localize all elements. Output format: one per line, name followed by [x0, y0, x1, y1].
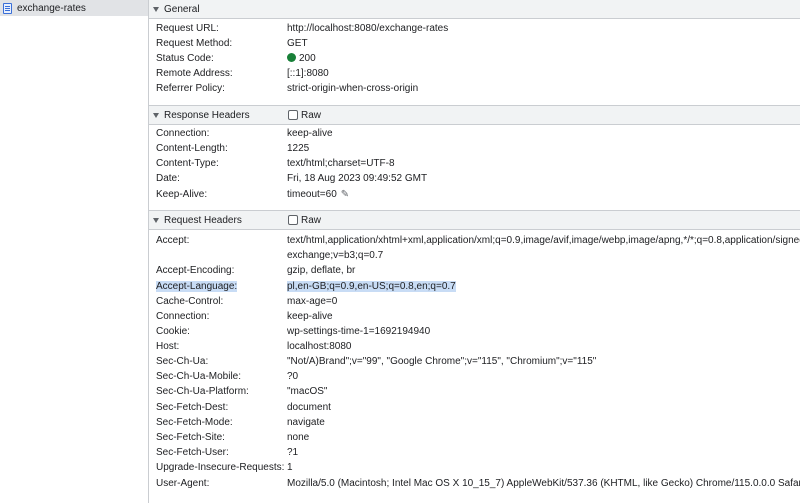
- general-section-title: General: [164, 3, 200, 15]
- general-section-header[interactable]: General: [149, 0, 800, 19]
- header-key: Request Method:: [156, 38, 233, 49]
- header-value: wp-settings-time-1=1692194940: [287, 326, 431, 337]
- header-key: Sec-Fetch-User:: [156, 447, 229, 458]
- header-key: Content-Length:: [156, 143, 228, 154]
- selected-text: pl,en-GB;q=0.9,en-US;q=0.8,en;q=0.7: [287, 281, 456, 292]
- request-headers-title: Request Headers: [164, 214, 242, 226]
- response-raw-toggle[interactable]: Raw: [288, 110, 321, 121]
- header-value: ?1: [287, 447, 299, 458]
- request-raw-toggle[interactable]: Raw: [288, 215, 321, 226]
- header-value: GET: [287, 38, 308, 49]
- header-value: Mozilla/5.0 (Macintosh; Intel Mac OS X 1…: [287, 478, 800, 489]
- triangle-down-icon[interactable]: [153, 217, 159, 223]
- response-headers-title: Response Headers: [164, 109, 250, 121]
- header-key: Sec-Ch-Ua:: [156, 356, 209, 367]
- raw-checkbox[interactable]: [288, 215, 298, 225]
- header-value: "macOS": [287, 386, 328, 397]
- header-key: Sec-Fetch-Mode:: [156, 417, 233, 428]
- header-value: text/html;charset=UTF-8: [287, 158, 395, 169]
- header-value: text/html,application/xhtml+xml,applicat…: [287, 235, 800, 261]
- header-key: Cookie:: [156, 326, 190, 337]
- triangle-down-icon[interactable]: [153, 112, 159, 118]
- response-headers-section-header[interactable]: Response Headers Raw: [149, 105, 800, 125]
- request-item-exchange-rates[interactable]: exchange-rates: [0, 0, 148, 16]
- header-value: Fri, 18 Aug 2023 09:49:52 GMT: [287, 173, 428, 184]
- header-key: Accept-Encoding:: [156, 265, 235, 276]
- headers-panel: General Request URL: http://localhost:80…: [149, 0, 800, 503]
- header-value: gzip, deflate, br: [287, 265, 356, 276]
- header-value: none: [287, 432, 310, 443]
- header-key: Remote Address:: [156, 68, 233, 79]
- raw-label: Raw: [301, 109, 322, 121]
- header-key: Status Code:: [156, 53, 214, 64]
- header-value: timeout=60 ✎: [287, 187, 796, 202]
- document-icon: [3, 2, 12, 14]
- header-key: Keep-Alive:: [156, 189, 208, 200]
- header-value: keep-alive: [287, 128, 333, 139]
- header-key: Content-Type:: [156, 158, 219, 169]
- header-key: Sec-Fetch-Site:: [156, 432, 225, 443]
- header-key: Sec-Fetch-Dest:: [156, 402, 229, 413]
- header-value: pl,en-GB;q=0.9,en-US;q=0.8,en;q=0.7: [287, 279, 796, 294]
- header-value: navigate: [287, 417, 325, 428]
- header-key: Referrer Policy:: [156, 83, 225, 94]
- request-list: exchange-rates: [0, 0, 149, 503]
- header-key: Accept-Language:: [156, 279, 238, 294]
- header-key: Accept:: [156, 235, 190, 246]
- header-value: document: [287, 402, 331, 413]
- header-key: Upgrade-Insecure-Requests:: [156, 462, 285, 473]
- pencil-icon[interactable]: ✎: [341, 187, 349, 202]
- header-value: strict-origin-when-cross-origin: [287, 83, 419, 94]
- header-key: Cache-Control:: [156, 296, 224, 307]
- header-value: http://localhost:8080/exchange-rates: [287, 23, 449, 34]
- header-value: localhost:8080: [287, 341, 352, 352]
- status-code-text: 200: [299, 53, 316, 64]
- request-item-label: exchange-rates: [17, 2, 86, 14]
- header-key: Host:: [156, 341, 180, 352]
- header-value: ?0: [287, 371, 299, 382]
- header-value: [::1]:8080: [287, 68, 329, 79]
- header-key: Connection:: [156, 311, 210, 322]
- selected-text: Accept-Language:: [156, 281, 238, 292]
- header-value: keep-alive: [287, 311, 333, 322]
- raw-label: Raw: [301, 214, 322, 226]
- header-value: max-age=0: [287, 296, 338, 307]
- header-value: 1: [287, 462, 293, 473]
- header-key: Date:: [156, 173, 180, 184]
- status-ok-icon: [287, 53, 296, 62]
- header-key: Connection:: [156, 128, 210, 139]
- keep-alive-text: timeout=60: [287, 189, 337, 200]
- request-headers-section-header[interactable]: Request Headers Raw: [149, 210, 800, 230]
- header-key: User-Agent:: [156, 478, 210, 489]
- triangle-down-icon[interactable]: [153, 6, 159, 12]
- status-code-value: 200: [287, 51, 796, 66]
- header-value: "Not/A)Brand";v="99", "Google Chrome";v=…: [287, 356, 597, 367]
- header-key: Sec-Ch-Ua-Mobile:: [156, 371, 242, 382]
- raw-checkbox[interactable]: [288, 110, 298, 120]
- header-key: Sec-Ch-Ua-Platform:: [156, 386, 249, 397]
- header-key: Request URL:: [156, 23, 219, 34]
- header-value: 1225: [287, 143, 310, 154]
